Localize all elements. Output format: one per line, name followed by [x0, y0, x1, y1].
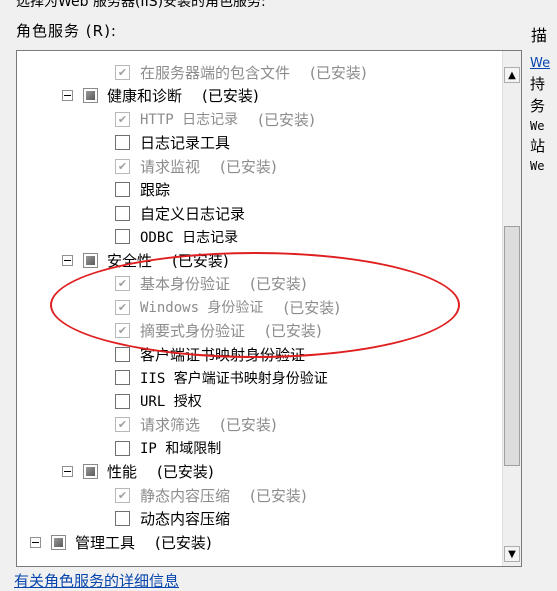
- tree-item[interactable]: IP 和域限制: [115, 438, 221, 458]
- tree-item-label: 请求监视: [140, 157, 201, 176]
- tree-item-label: 跟踪: [140, 181, 171, 199]
- tree-item-label: URL 授权: [140, 394, 202, 410]
- tree-item[interactable]: 请求筛选 (已安装): [115, 415, 277, 435]
- tree-item-label: 动态内容压缩: [140, 510, 231, 528]
- scroll-up-button[interactable]: ▲: [504, 67, 520, 83]
- description-link[interactable]: We: [530, 56, 550, 71]
- tree-item[interactable]: URL 授权: [115, 391, 202, 411]
- installed-status: (已安装): [265, 322, 322, 340]
- role-checkbox[interactable]: [115, 229, 130, 244]
- tristate-checkbox[interactable]: [83, 464, 98, 479]
- tree-group[interactable]: 安全性 (已安装): [62, 250, 229, 270]
- role-checkbox[interactable]: [115, 511, 130, 526]
- tree-item[interactable]: 客户端证书映射身份验证: [115, 344, 305, 364]
- collapse-icon[interactable]: [62, 466, 73, 477]
- role-checkbox: [115, 64, 130, 80]
- tree-item[interactable]: IIS 客户端证书映射身份验证: [115, 368, 328, 388]
- role-checkbox: [115, 417, 130, 432]
- tree-item-label: 自定义日志记录: [140, 204, 246, 223]
- tree-group[interactable]: 管理工具 (已安装): [30, 532, 212, 552]
- tree-item-label: 日志记录工具: [140, 134, 231, 152]
- description-heading: 描: [531, 26, 548, 45]
- tree-item[interactable]: 静态内容压缩 (已安装): [115, 485, 307, 505]
- role-checkbox[interactable]: [115, 370, 130, 385]
- tree-item-label: HTTP 日志记录: [140, 112, 239, 128]
- role-checkbox: [115, 276, 130, 291]
- tree-item[interactable]: 动态内容压缩: [115, 509, 230, 529]
- arrow-down-icon: ▼: [508, 548, 516, 560]
- role-checkbox: [115, 111, 130, 127]
- description-line: 持: [530, 75, 546, 93]
- installed-status: (已安装): [172, 251, 229, 270]
- installed-status: (已安装): [202, 87, 259, 105]
- tree-item[interactable]: 跟踪: [115, 180, 170, 200]
- tree-item-label: ODBC 日志记录: [140, 229, 239, 246]
- installed-status: (已安装): [250, 486, 307, 505]
- roles-label-text: 角色服务: [16, 22, 81, 40]
- role-checkbox: [115, 299, 130, 315]
- installed-status: (已安装): [220, 157, 277, 176]
- tree-item-label: IIS 客户端证书映射身份验证: [140, 370, 328, 387]
- installed-status: (已安装): [157, 463, 214, 481]
- installed-status: (已安装): [258, 110, 315, 129]
- role-checkbox[interactable]: [115, 135, 130, 150]
- role-services-tree[interactable]: 在服务器端的包含文件 (已安装) 健康和诊断 (已安装) HTTP 日志记录 (已安装) 日…: [16, 50, 522, 567]
- installed-status: (已安装): [155, 533, 212, 552]
- tree-item-label: 基本身份验证: [140, 275, 231, 293]
- tree-item[interactable]: 基本身份验证 (已安装): [115, 274, 307, 294]
- tree-item-label: IP 和域限制: [140, 441, 222, 457]
- tree-item[interactable]: Windows 身份验证 (已安装): [115, 297, 340, 317]
- collapse-icon[interactable]: [30, 536, 41, 548]
- role-checkbox[interactable]: [115, 182, 130, 197]
- tree-item-label: 健康和诊断: [107, 87, 183, 105]
- description-line: We: [530, 159, 545, 173]
- description-line: We: [530, 119, 545, 133]
- tree-item-label: 在服务器端的包含文件: [140, 63, 291, 82]
- tree-content: 在服务器端的包含文件 (已安装) 健康和诊断 (已安装) HTTP 日志记录 (已安装) 日…: [17, 51, 503, 566]
- arrow-up-icon: ▲: [508, 69, 516, 81]
- scroll-thumb[interactable]: [504, 226, 520, 466]
- tree-item[interactable]: 摘要式身份验证 (已安装): [115, 321, 322, 341]
- instruction-text: 选择为Web 服务器(IIS)安装的角色服务:: [16, 0, 266, 10]
- tristate-checkbox[interactable]: [83, 252, 98, 268]
- tree-item[interactable]: 自定义日志记录: [115, 203, 245, 223]
- tree-item-label: 管理工具: [75, 533, 136, 552]
- tree-group[interactable]: 健康和诊断 (已安装): [62, 86, 259, 106]
- tree-item-label: 客户端证书映射身份验证: [140, 345, 306, 364]
- installed-status: (已安装): [250, 275, 307, 293]
- tree-item-label: 请求筛选: [140, 416, 201, 434]
- tree-group[interactable]: 性能 (已安装): [62, 462, 214, 482]
- collapse-icon[interactable]: [62, 90, 73, 101]
- role-checkbox[interactable]: [115, 205, 130, 221]
- tree-item-label: 摘要式身份验证: [140, 322, 246, 340]
- tree-item[interactable]: ODBC 日志记录: [115, 227, 238, 247]
- scroll-down-button[interactable]: ▼: [504, 546, 520, 562]
- tree-item-label: 安全性: [107, 251, 153, 270]
- role-checkbox[interactable]: [115, 346, 130, 362]
- tree-item[interactable]: 请求监视 (已安装): [115, 156, 277, 176]
- description-line: 站: [530, 137, 546, 155]
- description-line: 务: [530, 97, 546, 115]
- role-checkbox: [115, 323, 130, 338]
- installed-status: (已安装): [310, 63, 367, 82]
- tree-item[interactable]: HTTP 日志记录 (已安装): [115, 109, 315, 129]
- tristate-checkbox[interactable]: [83, 88, 98, 103]
- role-checkbox[interactable]: [115, 393, 130, 409]
- tree-item-label: 性能: [107, 463, 138, 481]
- vertical-scrollbar[interactable]: ▲ ▼: [502, 51, 521, 566]
- roles-shortcut: (R):: [85, 22, 117, 40]
- tristate-checkbox[interactable]: [51, 534, 66, 550]
- role-checkbox: [115, 487, 130, 503]
- role-checkbox[interactable]: [115, 440, 130, 456]
- roles-services-label: 角色服务 (R):: [16, 20, 117, 41]
- tree-item-label: 静态内容压缩: [140, 486, 231, 505]
- installed-status: (已安装): [283, 298, 341, 317]
- role-checkbox: [115, 158, 130, 174]
- tree-item[interactable]: 在服务器端的包含文件 (已安装): [115, 62, 367, 82]
- collapse-icon[interactable]: [62, 254, 73, 266]
- tree-item[interactable]: 日志记录工具: [115, 133, 230, 153]
- tree-item-label: Windows 身份验证: [140, 300, 264, 316]
- installed-status: (已安装): [220, 416, 277, 434]
